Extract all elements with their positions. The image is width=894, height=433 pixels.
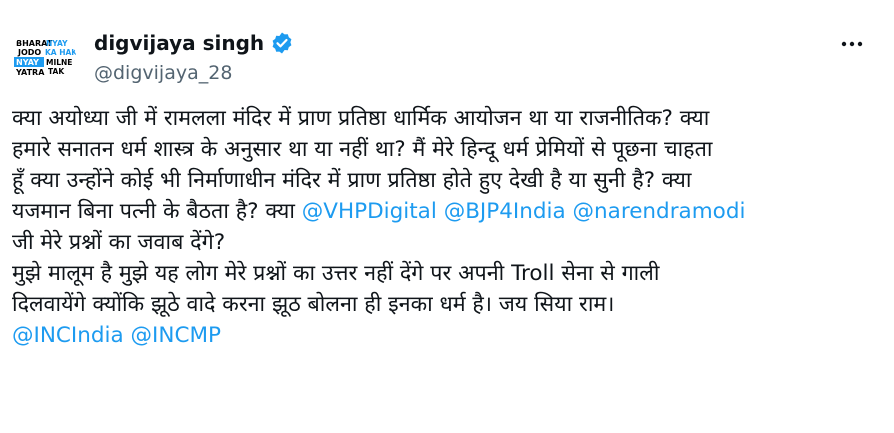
- more-options-icon[interactable]: [836, 32, 868, 56]
- tweet-text-line: क्या अयोध्या जी में रामलला मंदिर में प्र…: [12, 106, 710, 131]
- avatar-text-milne: MILNE: [46, 58, 72, 67]
- tweet-body: क्या अयोध्या जी में रामलला मंदिर में प्र…: [12, 103, 882, 351]
- avatar-text-ka-hak: KA HAK: [45, 48, 76, 57]
- mention-bjp4india[interactable]: @BJP4India: [444, 199, 566, 224]
- mention-vhpdigital[interactable]: @VHPDigital: [302, 199, 437, 224]
- name-row: digvijaya singh: [94, 28, 294, 58]
- avatar-logo-icon: BHARAT JODO NYAY YATRA NYAY KA HAK MILNE…: [12, 26, 76, 90]
- tweet-text-line: मुझे मालूम है मुझे यह लोग मेरे प्रश्नों …: [12, 261, 660, 286]
- author-info: digvijaya singh @digvijaya_28: [94, 28, 294, 84]
- mention-incmp[interactable]: @INCMP: [131, 323, 221, 348]
- tweet-text-segment: यजमान बिना पत्नी के बैठता है? क्या: [12, 199, 302, 224]
- avatar-text-nyay-2: NYAY: [46, 39, 68, 48]
- verified-badge-icon[interactable]: [270, 31, 294, 55]
- avatar-text-nyay: NYAY: [16, 58, 39, 67]
- mention-narendramodi[interactable]: @narendramodi: [573, 199, 746, 224]
- tweet-text-line: यजमान बिना पत्नी के बैठता है? क्या @VHPD…: [12, 196, 882, 227]
- tweet-header: BHARAT JODO NYAY YATRA NYAY KA HAK MILNE…: [12, 22, 878, 92]
- tweet-text-line: जी मेरे प्रश्नों का जवाब देंगे?: [12, 230, 226, 255]
- tweet-text-line: @INCIndia @INCMP: [12, 320, 882, 351]
- author-name[interactable]: digvijaya singh: [94, 31, 264, 55]
- avatar-text-yatra: YATRA: [15, 68, 45, 77]
- avatar[interactable]: BHARAT JODO NYAY YATRA NYAY KA HAK MILNE…: [12, 26, 76, 90]
- tweet-text-line: हमारे सनातन धर्म शास्त्र के अनुसार था या…: [12, 137, 713, 162]
- tweet-text-line: दिलवायेंगे क्योंकि झूठे वादे करना झूठ बो…: [12, 292, 615, 317]
- avatar-text-tak: TAK: [48, 67, 65, 76]
- avatar-text-jodo: JODO: [17, 48, 41, 57]
- tweet-text-line: हूँ क्या उन्होंने कोई भी निर्माणाधीन मंद…: [12, 168, 692, 193]
- tweet-card: BHARAT JODO NYAY YATRA NYAY KA HAK MILNE…: [0, 0, 894, 433]
- author-handle[interactable]: @digvijaya_28: [94, 62, 294, 84]
- mention-incindia[interactable]: @INCIndia: [12, 323, 124, 348]
